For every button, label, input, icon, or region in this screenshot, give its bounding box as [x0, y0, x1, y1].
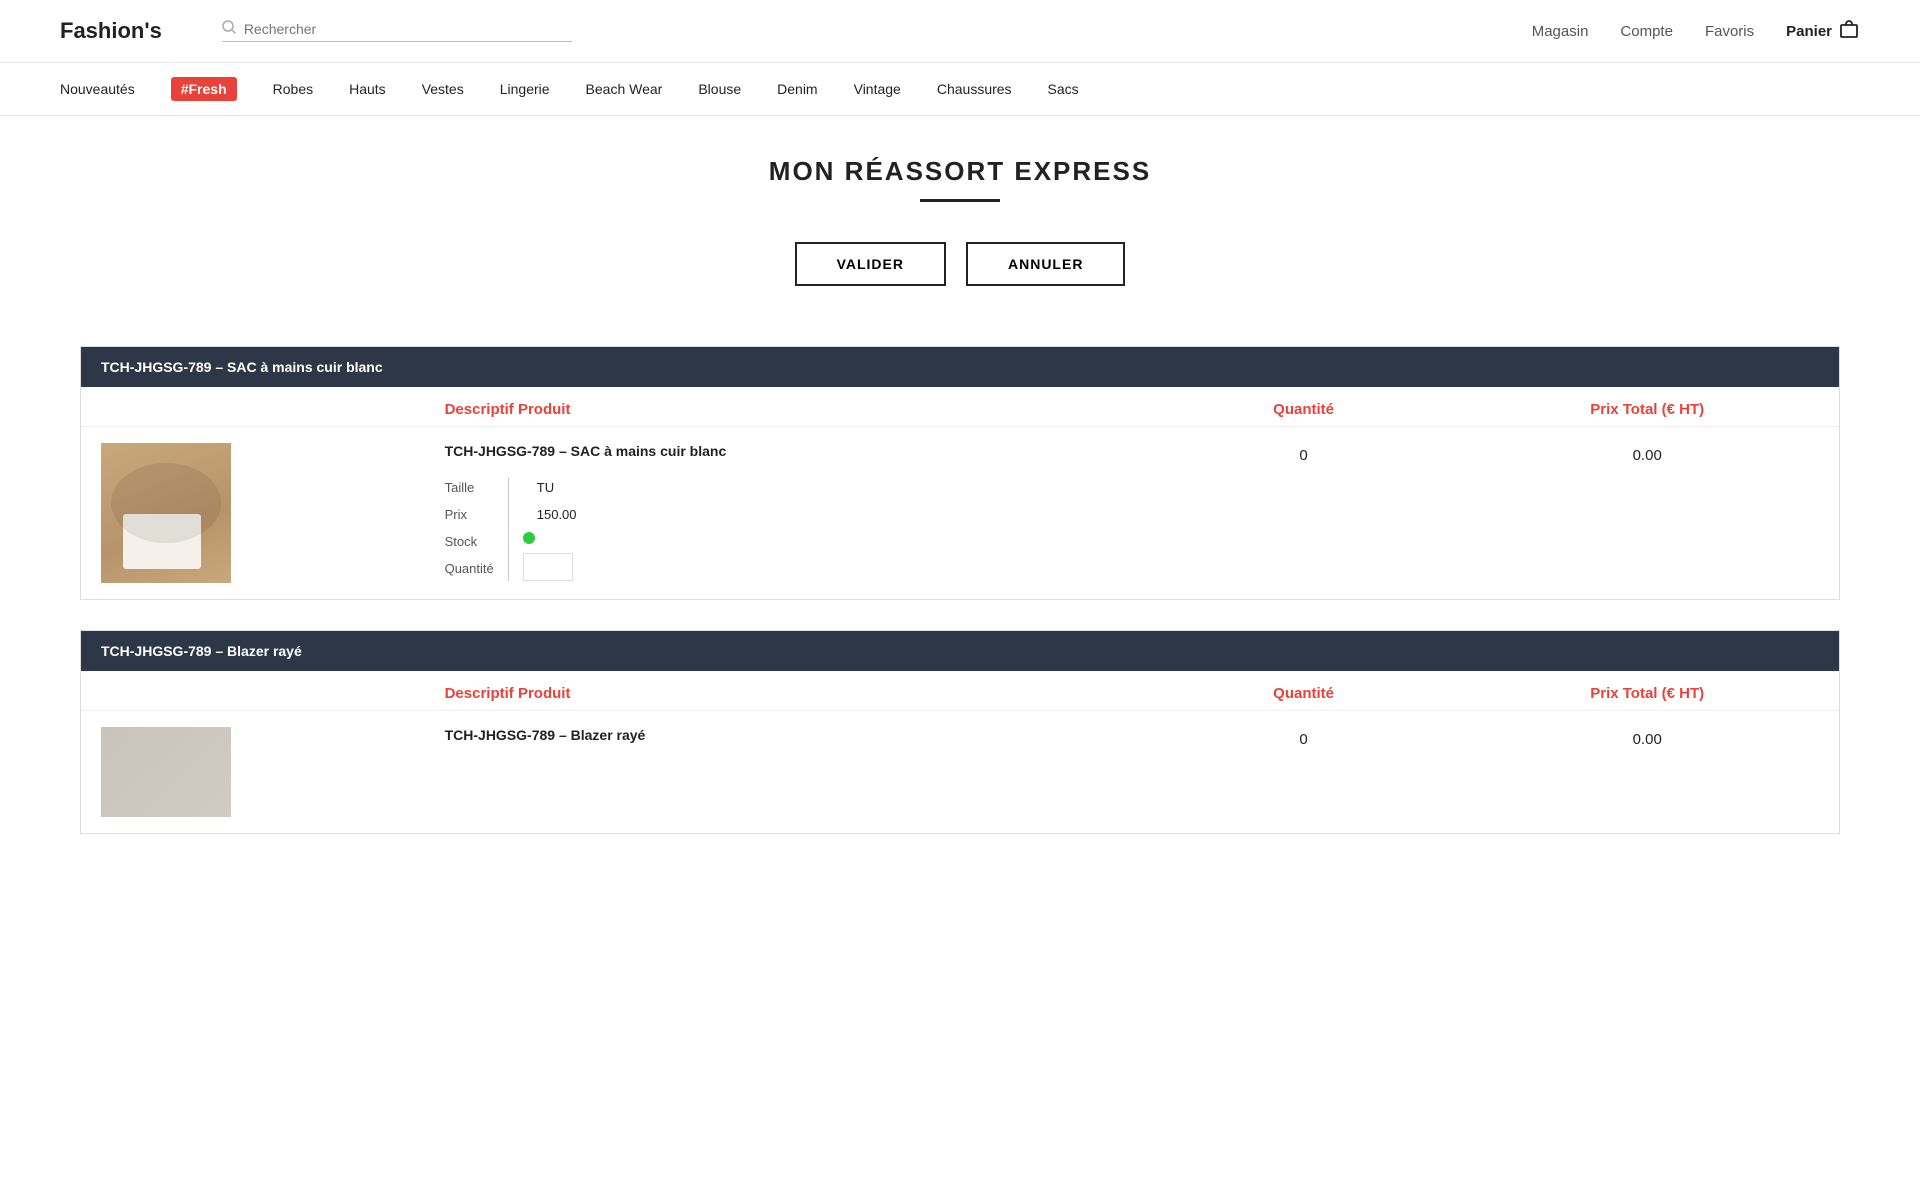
- search-input[interactable]: [244, 21, 572, 37]
- product-price-2: 0.00: [1475, 727, 1819, 748]
- page-title: MON RÉASSORT EXPRESS: [80, 156, 1840, 187]
- nav-denim[interactable]: Denim: [777, 81, 817, 97]
- col-prix-header-2: Prix Total (€ HT): [1475, 685, 1819, 702]
- cart-icon: [1838, 18, 1860, 44]
- section-header-2: TCH-JHGSG-789 – Blazer rayé: [81, 631, 1839, 671]
- section-header-1: TCH-JHGSG-789 – SAC à mains cuir blanc: [81, 347, 1839, 387]
- nav-vestes[interactable]: Vestes: [422, 81, 464, 97]
- nav-favoris[interactable]: Favoris: [1705, 23, 1754, 40]
- detail-values-1: TU 150.00: [523, 477, 591, 581]
- col-descriptif-header: Descriptif Produit: [445, 401, 1132, 418]
- valider-button[interactable]: VALIDER: [795, 242, 946, 286]
- table-header-2: Descriptif Produit Quantité Prix Total (…: [81, 671, 1839, 710]
- search-icon: [222, 20, 236, 37]
- label-prix: Prix: [445, 504, 494, 525]
- product-quantity-2: 0: [1132, 727, 1476, 748]
- nav-chaussures[interactable]: Chaussures: [937, 81, 1012, 97]
- action-buttons: VALIDER ANNULER: [80, 242, 1840, 286]
- value-prix: 150.00: [523, 504, 591, 525]
- col-prix-header: Prix Total (€ HT): [1475, 401, 1819, 418]
- nav-panier[interactable]: Panier: [1786, 18, 1860, 44]
- stock-green-dot: [523, 532, 535, 544]
- col-quantite-header-2: Quantité: [1132, 685, 1476, 702]
- quantity-input-1[interactable]: [523, 553, 573, 581]
- product-section-1: TCH-JHGSG-789 – SAC à mains cuir blanc D…: [80, 346, 1840, 600]
- value-taille: TU: [523, 477, 591, 498]
- nav-hauts[interactable]: Hauts: [349, 81, 386, 97]
- product-price-1: 0.00: [1475, 443, 1819, 464]
- search-bar: [222, 20, 572, 42]
- nav-blouse[interactable]: Blouse: [698, 81, 741, 97]
- label-stock: Stock: [445, 531, 494, 552]
- label-taille: Taille: [445, 477, 494, 498]
- nav-lingerie[interactable]: Lingerie: [500, 81, 550, 97]
- value-quantite: [523, 553, 591, 581]
- nav-nouveautes[interactable]: Nouveautés: [60, 81, 135, 97]
- product-quantity-1: 0: [1132, 443, 1476, 464]
- product-section-2: TCH-JHGSG-789 – Blazer rayé Descriptif P…: [80, 630, 1840, 834]
- product-info-2: TCH-JHGSG-789 – Blazer rayé: [445, 727, 1132, 761]
- header: Fashion's Magasin Compte Favoris Panier: [0, 0, 1920, 63]
- col-quantite-header: Quantité: [1132, 401, 1476, 418]
- product-name-1: TCH-JHGSG-789 – SAC à mains cuir blanc: [445, 443, 1132, 459]
- title-underline: [920, 199, 1000, 202]
- detail-labels-1: Taille Prix Stock Quantité: [445, 477, 494, 581]
- nav-compte[interactable]: Compte: [1620, 23, 1673, 40]
- table-header-1: Descriptif Produit Quantité Prix Total (…: [81, 387, 1839, 426]
- table-row: TCH-JHGSG-789 – Blazer rayé 0 0.00: [81, 710, 1839, 833]
- header-nav: Magasin Compte Favoris Panier: [1532, 18, 1860, 44]
- product-image-1: [101, 443, 445, 583]
- annuler-button[interactable]: ANNULER: [966, 242, 1125, 286]
- nav-magasin[interactable]: Magasin: [1532, 23, 1589, 40]
- nav-vintage[interactable]: Vintage: [854, 81, 901, 97]
- product-name-2: TCH-JHGSG-789 – Blazer rayé: [445, 727, 1132, 743]
- nav-robes[interactable]: Robes: [273, 81, 313, 97]
- site-logo[interactable]: Fashion's: [60, 18, 162, 44]
- label-quantite: Quantité: [445, 558, 494, 579]
- product-image-2: [101, 727, 445, 817]
- table-row: TCH-JHGSG-789 – SAC à mains cuir blanc T…: [81, 426, 1839, 599]
- product-info-1: TCH-JHGSG-789 – SAC à mains cuir blanc T…: [445, 443, 1132, 581]
- value-stock: [523, 531, 591, 547]
- col-descriptif-header-2: Descriptif Produit: [445, 685, 1132, 702]
- category-nav: Nouveautés #Fresh Robes Hauts Vestes Lin…: [0, 63, 1920, 116]
- nav-fresh[interactable]: #Fresh: [171, 77, 237, 101]
- nav-sacs[interactable]: Sacs: [1048, 81, 1079, 97]
- nav-beachwear[interactable]: Beach Wear: [586, 81, 663, 97]
- main-content: MON RÉASSORT EXPRESS VALIDER ANNULER TCH…: [0, 116, 1920, 904]
